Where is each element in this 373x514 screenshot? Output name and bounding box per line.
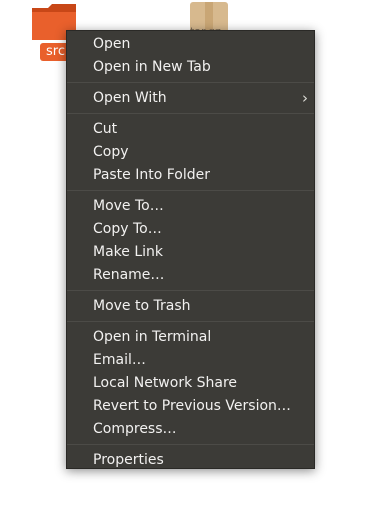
menu-item-label: Make Link — [93, 244, 163, 260]
menu-item-label: Open in New Tab — [93, 59, 211, 75]
menu-item-label: Open — [93, 36, 131, 52]
menu-item-label: Properties — [93, 452, 164, 468]
menu-item-copy-to[interactable]: Copy To… — [67, 218, 314, 241]
menu-item-move-to[interactable]: Move To… — [67, 195, 314, 218]
menu-separator — [67, 113, 314, 114]
menu-separator — [67, 82, 314, 83]
menu-item-label: Open With — [93, 90, 167, 106]
menu-item-label: Rename… — [93, 267, 165, 283]
menu-item-open-in-terminal[interactable]: Open in Terminal — [67, 326, 314, 349]
menu-item-label: Paste Into Folder — [93, 167, 211, 183]
menu-item-local-network-share[interactable]: Local Network Share — [67, 372, 314, 395]
chevron-right-icon: › — [302, 89, 308, 107]
menu-item-email[interactable]: Email… — [67, 349, 314, 372]
menu-item-open[interactable]: Open — [67, 33, 314, 56]
menu-item-label: Open in Terminal — [93, 329, 212, 345]
menu-item-label: Revert to Previous Version… — [93, 398, 291, 414]
menu-item-label: Compress… — [93, 421, 177, 437]
menu-item-paste-into-folder[interactable]: Paste Into Folder — [67, 164, 314, 187]
menu-item-cut[interactable]: Cut — [67, 118, 314, 141]
menu-item-open-in-new-tab[interactable]: Open in New Tab — [67, 56, 314, 79]
menu-item-label: Copy — [93, 144, 129, 160]
menu-item-label: Email… — [93, 352, 146, 368]
menu-item-label: Local Network Share — [93, 375, 238, 391]
menu-separator — [67, 190, 314, 191]
menu-separator — [67, 321, 314, 322]
menu-item-copy[interactable]: Copy — [67, 141, 314, 164]
menu-item-revert-to-previous-version[interactable]: Revert to Previous Version… — [67, 395, 314, 418]
menu-item-label: Copy To… — [93, 221, 162, 237]
menu-item-compress[interactable]: Compress… — [67, 418, 314, 441]
menu-item-move-to-trash[interactable]: Move to Trash — [67, 295, 314, 318]
menu-item-label: Move to Trash — [93, 298, 191, 314]
menu-item-label: Cut — [93, 121, 118, 137]
menu-item-label: Move To… — [93, 198, 164, 214]
menu-item-rename[interactable]: Rename… — [67, 264, 314, 287]
menu-item-open-with[interactable]: Open With › — [67, 87, 314, 110]
context-menu: Open Open in New Tab Open With › Cut Cop… — [66, 30, 315, 469]
menu-separator — [67, 444, 314, 445]
menu-item-properties[interactable]: Properties — [67, 449, 314, 472]
menu-item-make-link[interactable]: Make Link — [67, 241, 314, 264]
menu-separator — [67, 290, 314, 291]
